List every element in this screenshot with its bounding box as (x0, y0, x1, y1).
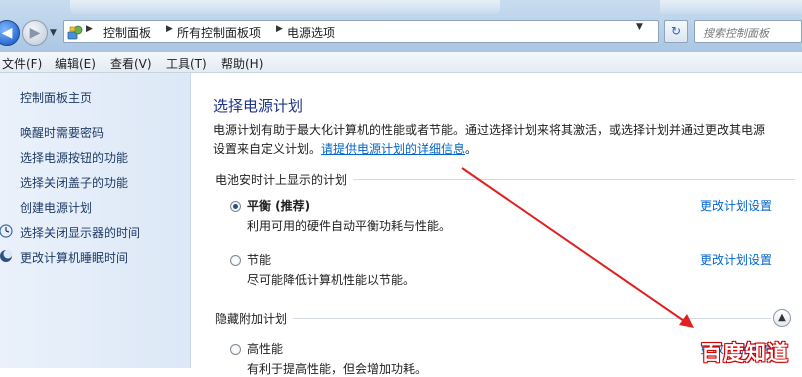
watermark: 百度知道 (701, 341, 789, 365)
annotation-arrow (461, 167, 694, 328)
